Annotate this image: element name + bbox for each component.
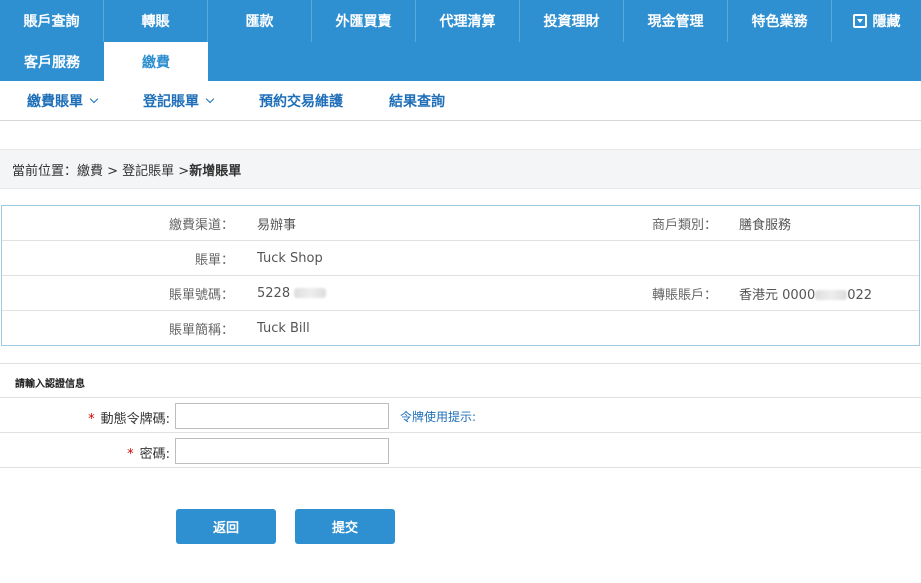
bill-label: 賬單： (194, 252, 234, 268)
bill-number-label: 賬單號碼： (168, 287, 234, 303)
nav-account-inquiry[interactable]: 賬戶查詢 (0, 0, 104, 42)
nav-bill-payment[interactable]: 繳費 (104, 42, 208, 81)
password-input[interactable] (175, 438, 389, 464)
password-label: * 密碼: (0, 443, 170, 462)
info-row: 賬單號碼： 5228 轉賬賬戶： 香港元 0000 022 (2, 276, 919, 311)
bill-value: Tuck Shop (257, 250, 323, 266)
redacted-digits (294, 288, 327, 298)
sub-nav: 繳費賬單 登記賬單 預約交易維護 結果查詢 (0, 81, 921, 121)
nav-forex[interactable]: 外匯買賣 (312, 0, 416, 42)
submit-button[interactable]: 提交 (295, 509, 395, 544)
auth-title: 請輸入認證信息 (0, 364, 921, 398)
token-input[interactable] (175, 403, 389, 429)
required-mark: * (127, 447, 134, 462)
main-nav: 賬戶查詢 轉賬 匯款 外匯買賣 代理清算 投資理財 現金管理 特色業務 隱藏 (0, 0, 921, 42)
subnav-label: 繳費賬單 (27, 93, 83, 110)
subnav-scheduled-transactions[interactable]: 預約交易維護 (259, 91, 343, 111)
bill-short-value: Tuck Bill (257, 321, 310, 336)
bill-short-label: 賬單簡稱： (168, 323, 234, 338)
password-row: * 密碼: (0, 433, 921, 468)
bill-info-panel: 繳費渠道： 易辦事 商戶類別： 膳食服務 賬單： Tuck Shop 賬單號碼：… (1, 205, 920, 346)
hide-button[interactable]: 隱藏 (832, 0, 921, 42)
subnav-label: 登記賬單 (143, 93, 199, 110)
token-hint-link[interactable]: 令牌使用提示: (400, 408, 476, 425)
auth-section: 請輸入認證信息 * 動態令牌碼: 令牌使用提示: * 密碼: (0, 363, 921, 515)
chevron-down-icon (205, 94, 215, 103)
main-nav-row2: 客戶服務 繳費 (0, 42, 921, 81)
redacted-digits (815, 290, 848, 300)
nav-special-services[interactable]: 特色業務 (728, 0, 832, 42)
nav-investment[interactable]: 投資理財 (520, 0, 624, 42)
transfer-account-prefix: 香港元 0000 (739, 287, 816, 303)
subnav-register-bill[interactable]: 登記賬單 (143, 91, 215, 111)
token-row: * 動態令牌碼: 令牌使用提示: (0, 398, 921, 433)
transfer-account-suffix: 022 (847, 287, 873, 303)
channel-value: 易辦事 (257, 217, 297, 233)
chevron-down-icon (89, 94, 99, 103)
breadcrumb: 當前位置：繳費 > 登記賬單 > 新增賬單 (0, 149, 921, 189)
nav-remittance[interactable]: 匯款 (208, 0, 312, 42)
required-mark: * (88, 412, 95, 427)
merchant-type-value: 膳食服務 (739, 217, 792, 233)
info-row: 賬單簡稱： Tuck Bill (2, 311, 919, 346)
info-row: 賬單： Tuck Shop (2, 241, 919, 276)
hide-label: 隱藏 (872, 14, 901, 30)
bill-number-value: 5228 (257, 285, 327, 301)
subnav-result-inquiry[interactable]: 結果查詢 (389, 91, 445, 111)
merchant-type-label: 商戶類別： (651, 217, 717, 233)
subnav-payment-bills[interactable]: 繳費賬單 (27, 91, 99, 111)
transfer-account-label: 轉賬賬戶： (651, 287, 717, 303)
channel-label: 繳費渠道： (168, 217, 234, 233)
token-label: * 動態令牌碼: (0, 408, 170, 427)
bill-number-text: 5228 (257, 285, 291, 301)
nav-clearing[interactable]: 代理清算 (416, 0, 520, 42)
nav-customer-service[interactable]: 客戶服務 (0, 42, 104, 81)
info-row: 繳費渠道： 易辦事 商戶類別： 膳食服務 (2, 206, 919, 241)
back-button[interactable]: 返回 (176, 509, 276, 544)
nav-cash-management[interactable]: 現金管理 (624, 0, 728, 42)
password-label-text: 密碼: (139, 447, 170, 462)
nav-transfer[interactable]: 轉賬 (104, 0, 208, 42)
breadcrumb-current: 新增賬單 (189, 163, 242, 179)
transfer-account-value: 香港元 0000 022 (739, 284, 872, 303)
collapse-icon (852, 14, 867, 28)
breadcrumb-path: 當前位置：繳費 > 登記賬單 > (12, 163, 190, 179)
token-label-text: 動態令牌碼: (100, 412, 170, 427)
